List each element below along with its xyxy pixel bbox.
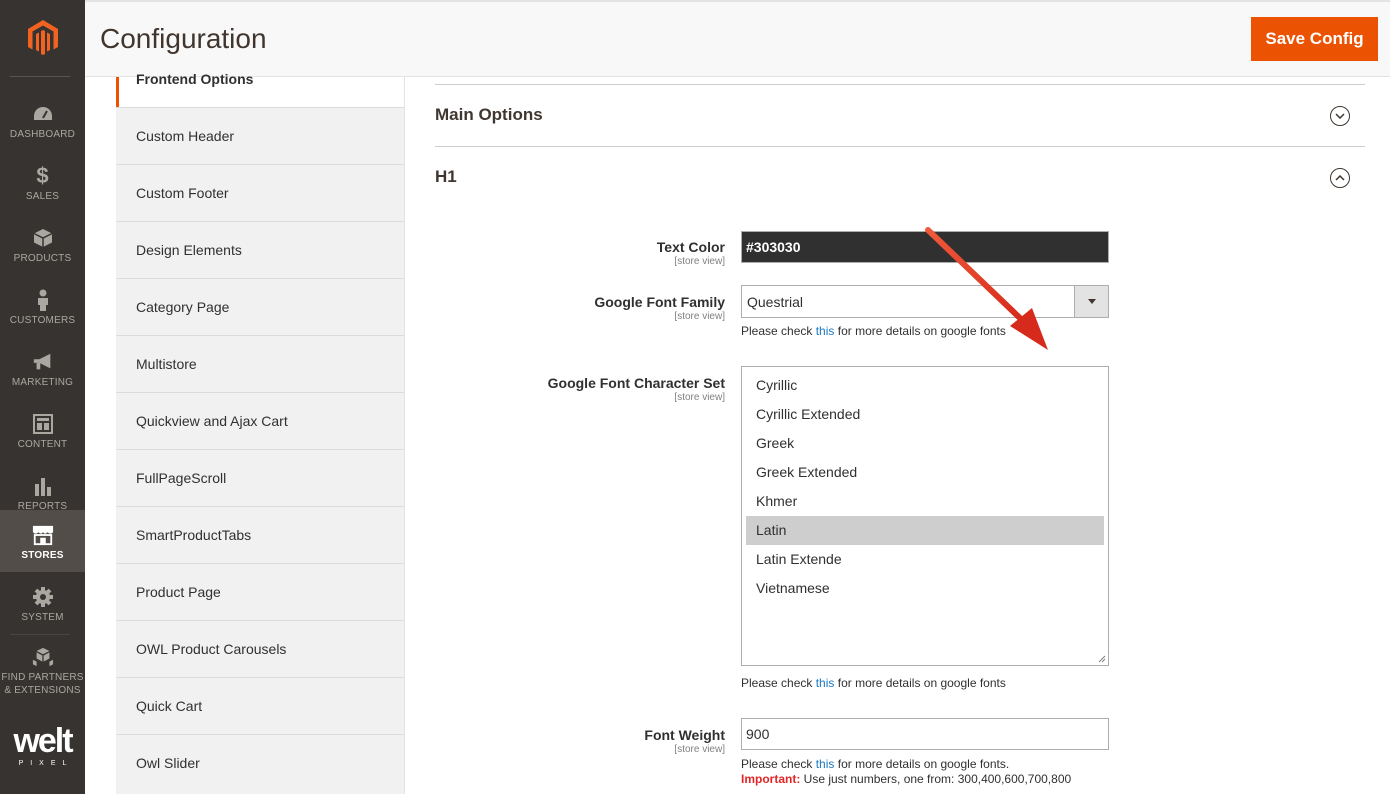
dropdown-arrow-icon	[1074, 286, 1108, 317]
tab-label: Custom Footer	[136, 185, 229, 201]
chevron-up-icon	[1330, 168, 1350, 188]
nav-label: PRODUCTS	[13, 253, 72, 264]
page-header: Configuration Save Config	[85, 0, 1390, 77]
layout-icon	[32, 413, 54, 435]
tab-design-elements[interactable]: Design Elements	[116, 221, 404, 278]
nav-divider	[10, 634, 70, 635]
weltpixel-logo: welt PIXEL	[13, 721, 74, 767]
section-main-options[interactable]: Main Options	[435, 77, 1365, 139]
nav-label: DASHBOARD	[9, 129, 76, 140]
megaphone-icon	[32, 351, 54, 373]
magento-logo-icon	[27, 20, 58, 55]
nav-item-partners[interactable]: FIND PARTNERS & EXTENSIONS	[0, 640, 85, 714]
tab-frontend-options[interactable]: Frontend Options	[116, 71, 404, 107]
nav-divider	[10, 76, 70, 77]
font-weight-label: Font Weight [store view]	[644, 727, 725, 755]
tab-fullpagescroll[interactable]: FullPageScroll	[116, 449, 404, 506]
annotation-arrow-icon	[925, 227, 1048, 350]
tab-quickview-ajax-cart[interactable]: Quickview and Ajax Cart	[116, 392, 404, 449]
charset-option[interactable]: Vietnamese	[746, 574, 1104, 603]
text-color-label: Text Color [store view]	[656, 239, 725, 267]
google-fonts-link[interactable]: this	[816, 324, 835, 338]
nav-item-stores[interactable]: STORES	[0, 510, 85, 572]
config-main-panel: Main Options H1 Text Color [store view] …	[405, 77, 1390, 794]
google-fonts-link[interactable]: this	[816, 757, 835, 771]
charset-option[interactable]: Greek Extended	[746, 458, 1104, 487]
tab-custom-footer[interactable]: Custom Footer	[116, 164, 404, 221]
storefront-icon	[32, 524, 54, 546]
tab-custom-header[interactable]: Custom Header	[116, 107, 404, 164]
tab-label: Design Elements	[136, 242, 242, 258]
tab-label: FullPageScroll	[136, 470, 227, 486]
nav-label: CONTENT	[17, 439, 68, 450]
tab-category-page[interactable]: Category Page	[116, 278, 404, 335]
nav-item-dashboard[interactable]: DASHBOARD	[0, 86, 85, 148]
tab-smartproducttabs[interactable]: SmartProductTabs	[116, 506, 404, 563]
tab-label: Category Page	[136, 299, 230, 315]
nav-item-customers[interactable]: CUSTOMERS	[0, 272, 85, 334]
charset-option[interactable]: Latin Extende	[746, 545, 1104, 574]
tab-label: OWL Product Carousels	[136, 641, 287, 657]
nav-label: CUSTOMERS	[9, 315, 76, 326]
section-h1[interactable]: H1	[435, 139, 1365, 201]
speedometer-icon	[32, 103, 54, 125]
tab-product-page[interactable]: Product Page	[116, 563, 404, 620]
resize-grip-icon[interactable]	[1098, 655, 1106, 663]
nav-item-system[interactable]: SYSTEM	[0, 572, 85, 634]
page-title: Configuration	[100, 23, 267, 54]
tab-label: Frontend Options	[136, 71, 254, 87]
nav-label: SYSTEM	[21, 612, 64, 623]
charset-option-selected[interactable]: Latin	[746, 516, 1104, 545]
google-fonts-link[interactable]: this	[816, 676, 835, 690]
tab-quick-cart[interactable]: Quick Cart	[116, 677, 404, 734]
tab-multistore[interactable]: Multistore	[116, 335, 404, 392]
bar-chart-icon	[32, 475, 54, 497]
charset-option[interactable]: Cyrillic	[746, 371, 1104, 400]
tab-label: Custom Header	[136, 128, 235, 144]
charset-option[interactable]: Khmer	[746, 487, 1104, 516]
person-icon	[32, 289, 54, 311]
font-weight-input[interactable]	[741, 718, 1109, 750]
charset-option[interactable]: Greek	[746, 429, 1104, 458]
font-family-label: Google Font Family [store view]	[594, 294, 725, 322]
tab-label: SmartProductTabs	[136, 527, 252, 543]
charset-option[interactable]: Cyrillic Extended	[746, 400, 1104, 429]
nav-label: MARKETING	[11, 377, 74, 388]
tab-label: Owl Slider	[136, 755, 200, 771]
tab-label: Product Page	[136, 584, 221, 600]
nav-item-marketing[interactable]: MARKETING	[0, 334, 85, 396]
tab-label: Quickview and Ajax Cart	[136, 413, 288, 429]
tab-label: Quick Cart	[136, 698, 203, 714]
section-title: H1	[435, 167, 457, 186]
nav-label: SALES	[25, 191, 60, 202]
cube-icon	[32, 227, 54, 249]
select-value: Questrial	[747, 294, 804, 310]
nav-item-content[interactable]: CONTENT	[0, 396, 85, 458]
charset-label: Google Font Character Set [store view]	[547, 375, 725, 403]
admin-sidebar: DASHBOARD $ SALES PRODUCTS CUSTOMERS MAR…	[0, 0, 85, 794]
charset-note: Please check this for more details on go…	[741, 676, 1006, 690]
nav-item-products[interactable]: PRODUCTS	[0, 210, 85, 272]
important-label: Important:	[741, 772, 801, 786]
dollar-icon: $	[36, 163, 49, 188]
chevron-down-icon	[1330, 106, 1350, 126]
boxes-icon	[32, 646, 54, 668]
tab-owl-slider[interactable]: Owl Slider	[116, 734, 404, 791]
gear-icon	[32, 586, 54, 608]
tab-label: Multistore	[136, 356, 197, 372]
header-top-border	[85, 0, 1390, 2]
section-title: Main Options	[435, 105, 543, 124]
font-weight-note: Please check this for more details on go…	[741, 757, 1072, 786]
tab-owl-product-carousels[interactable]: OWL Product Carousels	[116, 620, 404, 677]
nav-item-sales[interactable]: $ SALES	[0, 148, 85, 210]
magento-logo[interactable]	[0, 0, 85, 76]
nav-label: STORES	[21, 550, 64, 561]
important-text: Use just numbers, one from: 300,400,600,…	[800, 772, 1072, 786]
charset-multiselect[interactable]: Cyrillic Cyrillic Extended Greek Greek E…	[741, 366, 1109, 666]
config-tabs-sidebar: Frontend Options Custom Header Custom Fo…	[116, 71, 405, 794]
nav-label: FIND PARTNERS & EXTENSIONS	[1, 672, 84, 696]
save-config-button[interactable]: Save Config	[1251, 17, 1378, 61]
